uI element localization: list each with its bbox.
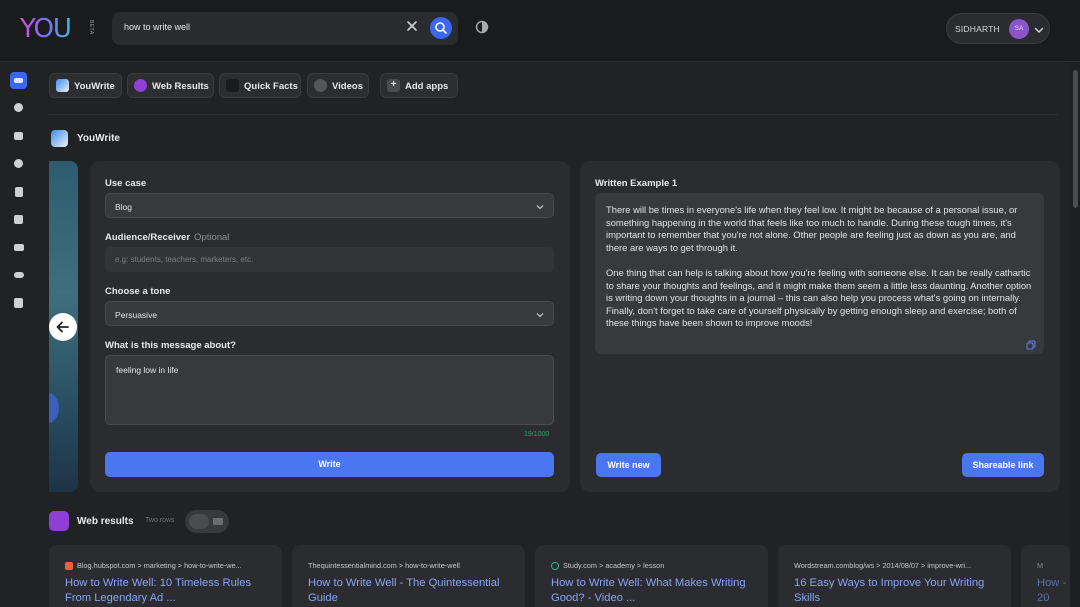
shareable-link-button[interactable]: Shareable link [962, 453, 1044, 477]
search-input[interactable]: how to write well [124, 22, 190, 32]
chevron-down-icon [535, 310, 545, 320]
result-title[interactable]: How to Write Well: What Makes Writing Go… [551, 576, 761, 606]
avatar: SA [1009, 19, 1029, 39]
rail-shopping-icon[interactable] [10, 294, 27, 311]
logo-graphic: YOU [19, 14, 72, 44]
globe-icon [49, 511, 69, 531]
list-view-icon[interactable] [213, 518, 223, 525]
globe-icon [134, 79, 147, 92]
rail-social-icon[interactable] [10, 266, 27, 283]
message-textarea[interactable]: feeling low in life [105, 355, 554, 425]
user-menu[interactable]: SIDHARTH SA [946, 13, 1050, 44]
section-title-youwrite: YouWrite [77, 133, 120, 144]
example-paragraph: There will be times in everyone's life w… [606, 204, 1018, 253]
you-logo[interactable]: YOU BETA [19, 14, 94, 44]
write-button[interactable]: Write [105, 452, 554, 477]
result-title[interactable]: How to Write Well: 10 Timeless Rules Fro… [65, 576, 275, 606]
audience-label: Audience/Receiver Optional [105, 232, 229, 243]
search-bar[interactable]: how to write well [112, 12, 458, 45]
result-title[interactable]: How - 20 [1037, 576, 1067, 606]
result-card[interactable]: Thequintessentialmind.com > how-to-write… [292, 545, 525, 607]
search-icon [435, 22, 447, 34]
layout-label: Two rows [145, 517, 175, 524]
audience-label-text: Audience/Receiver [105, 232, 191, 243]
tab-label: Videos [332, 81, 363, 92]
tab-label: Web Results [152, 81, 209, 92]
rail-all-icon[interactable] [10, 72, 27, 89]
rail-images-icon[interactable] [10, 127, 27, 144]
chevron-down-icon [1033, 23, 1045, 35]
use-case-value: Blog [115, 202, 133, 212]
tab-label: Quick Facts [244, 81, 298, 92]
youwrite-icon [51, 130, 68, 147]
tone-select[interactable]: Persuasive [105, 301, 554, 326]
rail-maps-icon[interactable] [10, 211, 27, 228]
user-name: SIDHARTH [955, 24, 1000, 34]
tone-label: Choose a tone [105, 286, 171, 297]
section-title-web-results: Web results [77, 516, 134, 527]
rail-web-icon[interactable] [10, 99, 27, 116]
example-text: There will be times in everyone's life w… [606, 204, 1034, 330]
logo-text: YOU [20, 14, 71, 42]
tab-label: Add apps [405, 81, 449, 92]
plus-icon: + [387, 79, 400, 92]
use-case-select[interactable]: Blog [105, 193, 554, 218]
section-divider [49, 114, 1058, 115]
result-breadcrumb: Wordstream.comblog/ws > 2014/08/07 > imp… [794, 561, 972, 570]
copy-icon[interactable] [1026, 337, 1036, 350]
result-title[interactable]: How to Write Well - The Quintessential G… [308, 576, 518, 606]
scrollbar-thumb[interactable] [1073, 70, 1078, 208]
audience-input[interactable]: e.g: students, teachers, marketers, etc. [105, 247, 554, 272]
rail-chat-icon[interactable] [10, 239, 27, 256]
tab-web-results[interactable]: Web Results [127, 73, 214, 98]
arrow-left-icon [56, 321, 69, 333]
grid-view-icon[interactable] [189, 514, 209, 529]
message-label: What is this message about? [105, 340, 236, 351]
beta-badge: BETA [88, 20, 94, 35]
top-header: YOU BETA how to write well SIDHARTH SA [0, 0, 1080, 62]
preview-shape [49, 393, 59, 423]
result-card[interactable]: M How - 20 [1021, 545, 1070, 607]
result-card[interactable]: Blog.hubspot.com > marketing > how-to-wr… [49, 545, 282, 607]
video-icon [314, 79, 327, 92]
result-breadcrumb: Study.com > academy > lesson [563, 561, 665, 570]
message-value: feeling low in life [116, 365, 179, 375]
youwrite-icon [56, 79, 69, 92]
optional-tag: Optional [194, 232, 230, 243]
search-button[interactable] [430, 17, 452, 39]
result-breadcrumb: M [1037, 561, 1044, 570]
tab-quick-facts[interactable]: Quick Facts [219, 73, 301, 98]
previous-button[interactable] [49, 313, 77, 341]
result-card[interactable]: Wordstream.comblog/ws > 2014/08/07 > imp… [778, 545, 1011, 607]
shield-icon[interactable] [475, 20, 489, 34]
chevron-down-icon [535, 202, 545, 212]
favicon [551, 562, 559, 570]
char-counter: 19/1000 [524, 431, 550, 438]
add-apps-button[interactable]: + Add apps [380, 73, 458, 98]
result-breadcrumb: Thequintessentialmind.com > how-to-write… [308, 561, 460, 570]
example-text-box: There will be times in everyone's life w… [595, 193, 1044, 354]
rail-videos-icon[interactable] [10, 155, 27, 172]
facts-icon [226, 79, 239, 92]
favicon [65, 562, 73, 570]
close-icon[interactable] [404, 20, 420, 36]
result-card[interactable]: Study.com > academy > lesson How to Writ… [535, 545, 768, 607]
youwrite-form-card: Use case Blog Audience/Receiver Optional … [90, 161, 570, 492]
tab-videos[interactable]: Videos [307, 73, 369, 98]
use-case-label: Use case [105, 178, 147, 189]
example-title: Written Example 1 [595, 178, 678, 189]
result-breadcrumb: Blog.hubspot.com > marketing > how-to-wr… [77, 561, 242, 570]
rail-news-icon[interactable] [10, 183, 27, 200]
tab-youwrite[interactable]: YouWrite [49, 73, 122, 98]
written-example-card: Written Example 1 There will be times in… [580, 161, 1060, 492]
layout-toggle[interactable] [185, 510, 229, 533]
tab-label: YouWrite [74, 81, 115, 92]
audience-placeholder: e.g: students, teachers, marketers, etc. [115, 255, 254, 264]
write-new-button[interactable]: Write new [596, 453, 661, 477]
tone-value: Persuasive [115, 310, 158, 320]
result-title[interactable]: 16 Easy Ways to Improve Your Writing Ski… [794, 576, 1004, 606]
example-paragraph: One thing that can help is talking about… [606, 266, 1032, 329]
